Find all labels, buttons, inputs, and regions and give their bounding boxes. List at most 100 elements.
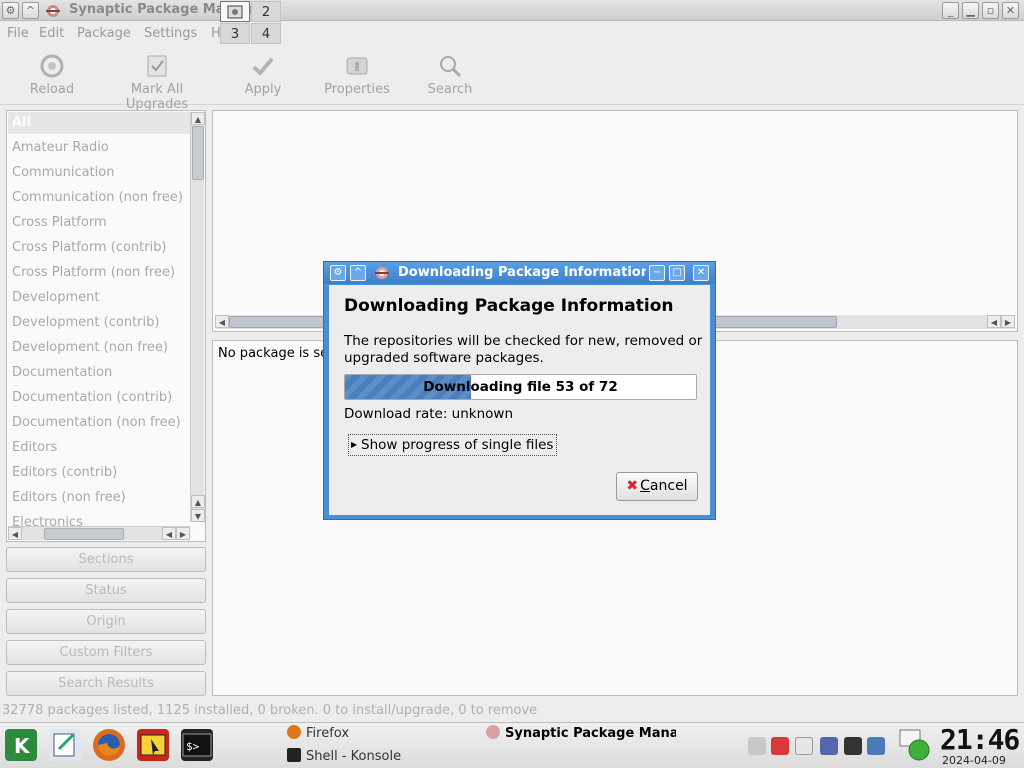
display-icon[interactable] bbox=[867, 737, 885, 755]
dialog-heading: Downloading Package Information bbox=[344, 296, 674, 316]
category-item[interactable]: Documentation bbox=[12, 365, 112, 380]
svg-text:$>: $> bbox=[186, 740, 200, 753]
section-list[interactable]: All Amateur Radio Communication Communic… bbox=[6, 110, 206, 542]
dialog-titlebar: ⚙ ^ Downloading Package Information − □ … bbox=[324, 262, 715, 284]
category-item[interactable]: Editors (contrib) bbox=[12, 465, 117, 480]
scroll-down-icon[interactable]: ▼ bbox=[191, 509, 205, 522]
toolbar: Reload Mark All Upgrades Apply Propertie… bbox=[0, 47, 1024, 112]
selected-row-highlight bbox=[8, 112, 192, 134]
status-indicator-icon[interactable] bbox=[898, 728, 932, 762]
scroll-left-icon[interactable]: ◀ bbox=[215, 315, 229, 328]
apply-button[interactable]: Apply bbox=[240, 53, 286, 97]
volume-muted-icon[interactable] bbox=[748, 737, 766, 755]
scroll-right-icon[interactable]: ▶ bbox=[1001, 315, 1015, 328]
menu-file[interactable]: File bbox=[7, 26, 29, 41]
scroll-up-icon[interactable]: ▲ bbox=[191, 495, 205, 508]
mark-upgrades-icon bbox=[144, 53, 170, 79]
desktop-pager: 1 2 3 4 bbox=[220, 1, 282, 45]
category-hscroll-thumb[interactable] bbox=[44, 528, 124, 540]
scroll-left-icon[interactable]: ◀ bbox=[8, 527, 22, 540]
pager-desktop-3[interactable]: 3 bbox=[220, 23, 250, 44]
scroll-left-icon[interactable]: ◀ bbox=[987, 315, 1001, 328]
reload-label: Reload bbox=[29, 82, 75, 97]
dialog-body: Downloading Package Information The repo… bbox=[329, 285, 710, 515]
shade-icon[interactable]: ^ bbox=[22, 2, 39, 19]
clock-date: 2024-04-09 bbox=[942, 754, 1006, 767]
show-progress-expander[interactable]: ▶ Show progress of single files bbox=[348, 434, 558, 456]
cancel-button[interactable]: ✖ Cancel bbox=[616, 472, 698, 501]
menu-settings[interactable]: Settings bbox=[144, 26, 197, 41]
download-progress-bar: Downloading file 53 of 72 bbox=[344, 374, 697, 400]
category-item[interactable]: Amateur Radio bbox=[12, 140, 109, 155]
menu-package[interactable]: Package bbox=[77, 26, 131, 41]
menu-edit[interactable]: Edit bbox=[39, 26, 64, 41]
dialog-menu-icon[interactable]: ⚙ bbox=[330, 265, 346, 281]
category-item[interactable]: Editors bbox=[12, 440, 57, 455]
task-konsole[interactable]: Shell - Konsole bbox=[287, 748, 401, 764]
mark-all-upgrades-button[interactable]: Mark All Upgrades bbox=[98, 53, 216, 112]
progress-text: Downloading file 53 of 72 bbox=[423, 379, 618, 395]
search-button[interactable]: Search bbox=[424, 53, 476, 97]
dialog-close-icon[interactable]: ✕ bbox=[693, 265, 709, 281]
task-firefox-label: Firefox bbox=[306, 726, 350, 741]
konsole-icon bbox=[287, 748, 301, 762]
minimize2-icon[interactable]: ▁ bbox=[962, 2, 979, 19]
minimize-icon[interactable]: _ bbox=[942, 2, 959, 19]
pager-desktop-1[interactable]: 1 bbox=[220, 1, 250, 22]
category-item[interactable]: Cross Platform (contrib) bbox=[12, 240, 167, 255]
category-item[interactable]: Editors (non free) bbox=[12, 490, 126, 505]
category-item[interactable]: All bbox=[12, 115, 31, 130]
window-menu-icon[interactable]: ⚙ bbox=[2, 2, 19, 19]
category-vscrollbar[interactable]: ▲ ▲ ▼ bbox=[190, 112, 205, 522]
sections-button[interactable]: Sections bbox=[6, 547, 206, 572]
dialog-description: The repositories will be checked for new… bbox=[344, 333, 703, 366]
properties-icon bbox=[344, 53, 370, 79]
pager-desktop-2[interactable]: 2 bbox=[251, 1, 281, 22]
dialog-shade-icon[interactable]: ^ bbox=[350, 265, 366, 281]
search-results-button[interactable]: Search Results bbox=[6, 671, 206, 696]
close-icon[interactable]: ✕ bbox=[1002, 2, 1019, 19]
maximize-icon[interactable]: ▫ bbox=[982, 2, 999, 19]
network-icon[interactable] bbox=[844, 737, 862, 755]
scroll-right-icon[interactable]: ▶ bbox=[176, 527, 190, 540]
task-synaptic[interactable]: Synaptic Package Mana bbox=[486, 725, 676, 741]
category-item[interactable]: Development (non free) bbox=[12, 340, 168, 355]
reload-button[interactable]: Reload bbox=[26, 53, 78, 97]
custom-filters-button[interactable]: Custom Filters bbox=[6, 640, 206, 665]
reload-icon bbox=[39, 53, 65, 79]
dialog-maximize-icon[interactable]: □ bbox=[669, 265, 685, 281]
lock-icon[interactable] bbox=[820, 737, 838, 755]
category-item[interactable]: Cross Platform bbox=[12, 215, 107, 230]
scroll-left-icon[interactable]: ◀ bbox=[162, 527, 176, 540]
firefox-icon bbox=[287, 725, 301, 739]
category-item[interactable]: Documentation (non free) bbox=[12, 415, 181, 430]
kde-menu-icon[interactable]: K bbox=[5, 729, 37, 761]
terminal-icon[interactable]: $> bbox=[181, 729, 213, 761]
task-firefox[interactable]: Firefox bbox=[287, 725, 349, 741]
search-label: Search bbox=[427, 82, 473, 97]
category-item[interactable]: Communication bbox=[12, 165, 114, 180]
properties-button[interactable]: Properties bbox=[320, 53, 394, 97]
category-item[interactable]: Development (contrib) bbox=[12, 315, 159, 330]
category-hscrollbar[interactable]: ◀ ◀ ▶ bbox=[8, 526, 190, 540]
konqueror-icon[interactable] bbox=[137, 729, 169, 761]
apply-label: Apply bbox=[244, 82, 282, 97]
dialog-title: Downloading Package Information bbox=[398, 265, 646, 280]
clock-time: 21:46 bbox=[940, 723, 1020, 756]
origin-button[interactable]: Origin bbox=[6, 609, 206, 634]
dialog-minimize-icon[interactable]: − bbox=[649, 265, 665, 281]
text-editor-icon[interactable] bbox=[49, 729, 81, 761]
category-item[interactable]: Communication (non free) bbox=[12, 190, 183, 205]
category-item[interactable]: Development bbox=[12, 290, 100, 305]
category-item[interactable]: Cross Platform (non free) bbox=[12, 265, 175, 280]
firefox-icon[interactable] bbox=[93, 729, 125, 761]
category-item[interactable]: Documentation (contrib) bbox=[12, 390, 172, 405]
update-notifier-icon[interactable] bbox=[771, 737, 789, 755]
clipboard-icon[interactable] bbox=[795, 737, 813, 755]
pager-desktop-4[interactable]: 4 bbox=[251, 23, 281, 44]
scroll-up-icon[interactable]: ▲ bbox=[191, 112, 205, 125]
menubar: File Edit Package Settings Help bbox=[0, 22, 1024, 46]
category-vscroll-thumb[interactable] bbox=[192, 126, 204, 180]
status-button[interactable]: Status bbox=[6, 578, 206, 603]
download-dialog: ⚙ ^ Downloading Package Information − □ … bbox=[323, 261, 716, 520]
